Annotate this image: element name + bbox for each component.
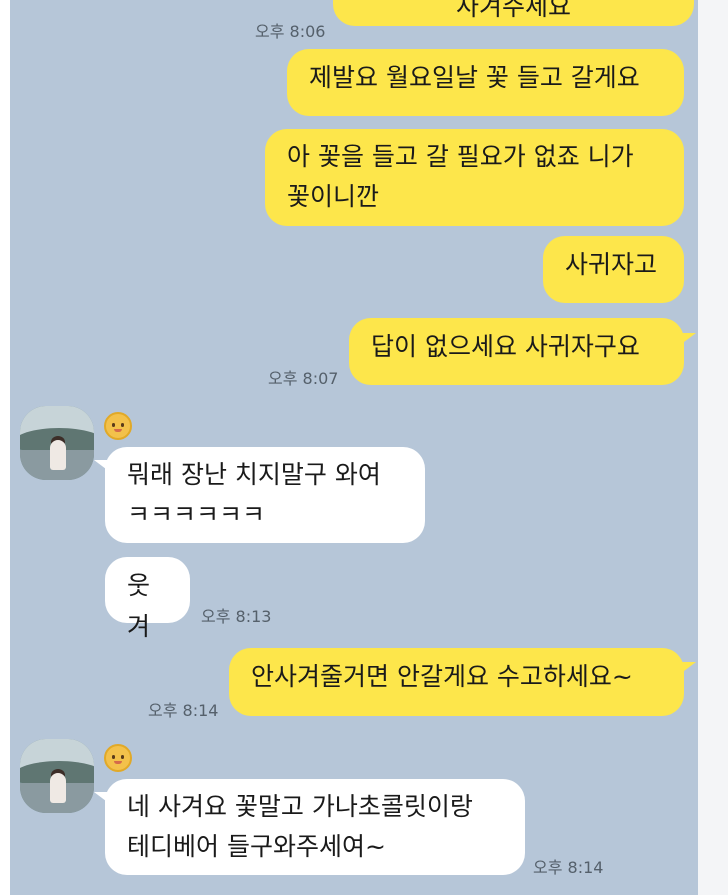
avatar[interactable] bbox=[20, 739, 94, 813]
message-time: 오후 8:07 bbox=[268, 369, 339, 388]
incoming-message: 뭐래 장난 치지말구 와여 ㅋㅋㅋㅋㅋㅋ bbox=[105, 447, 425, 543]
outgoing-message: 아 꽃을 들고 갈 필요가 없죠 니가 꽃이니깐 bbox=[265, 129, 684, 226]
incoming-message: 웃겨 bbox=[105, 557, 190, 641]
message-time: 오후 8:06 bbox=[255, 22, 326, 41]
chat-area[interactable]: 사겨주세요 오후 8:06 제발요 월요일날 꽃 들고 갈게요 아 꽃을 들고 … bbox=[10, 0, 698, 895]
baby-face-emoji-icon bbox=[104, 412, 132, 440]
outgoing-message: 사귀자고 bbox=[543, 236, 684, 303]
bubble-tail bbox=[680, 662, 696, 674]
avatar[interactable] bbox=[20, 406, 94, 480]
screen-edge bbox=[698, 0, 728, 895]
message-time: 오후 8:14 bbox=[533, 858, 604, 877]
baby-face-emoji-icon bbox=[104, 744, 132, 772]
outgoing-message: 사겨주세요 bbox=[333, 0, 694, 26]
outgoing-message: 답이 없으세요 사귀자구요 bbox=[349, 318, 684, 385]
incoming-message: 네 사겨요 꽃말고 가나초콜릿이랑 테디베어 들구와주세여~ bbox=[105, 779, 525, 875]
bubble-tail bbox=[680, 333, 696, 345]
message-time: 오후 8:14 bbox=[148, 701, 219, 720]
message-time: 오후 8:13 bbox=[201, 607, 272, 626]
outgoing-message: 안사겨줄거면 안갈게요 수고하세요~ bbox=[229, 648, 684, 716]
outgoing-message: 제발요 월요일날 꽃 들고 갈게요 bbox=[287, 49, 684, 116]
